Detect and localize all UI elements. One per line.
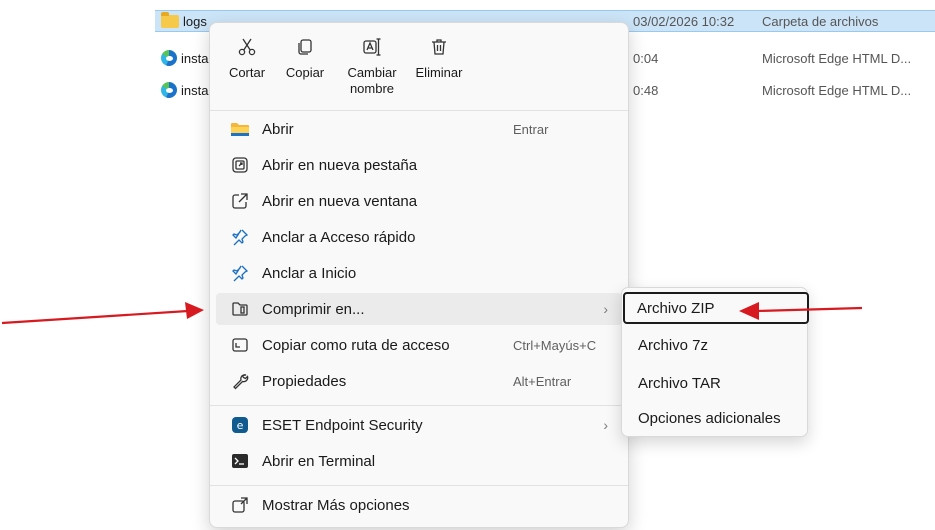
more-options-icon: [230, 495, 250, 515]
menu-item-compress[interactable]: Comprimir en... ›: [216, 293, 622, 325]
eset-icon: e: [230, 415, 250, 435]
file-name: insta: [181, 82, 209, 98]
archive-folder-icon: [230, 299, 250, 319]
menu-item-copy-path[interactable]: Copiar como ruta de acceso Ctrl+Mayús+C: [216, 329, 622, 361]
menu-item-label: Anclar a Acceso rápido: [262, 228, 416, 246]
delete-label: Eliminar: [415, 65, 463, 80]
file-type: Carpeta de archivos: [762, 13, 879, 29]
rename-label-line2: nombre: [349, 81, 395, 96]
menu-item-label: Propiedades: [262, 372, 347, 390]
menu-item-label: Abrir en nueva pestaña: [262, 156, 418, 174]
submenu-item-label: Archivo ZIP: [637, 299, 715, 317]
chevron-right-icon: ›: [603, 417, 608, 433]
file-date: 03/02/2026 10:32: [633, 13, 735, 29]
open-external-icon: [230, 191, 250, 211]
menu-item-label: Abrir: [262, 120, 294, 138]
copy-button[interactable]: Copiar: [276, 33, 334, 111]
menu-item-properties[interactable]: Propiedades Alt+Entrar: [216, 365, 622, 397]
svg-text:e: e: [237, 419, 244, 432]
menu-item-label: ESET Endpoint Security: [262, 416, 423, 434]
left-annotation-arrow: [1, 302, 204, 325]
menu-item-pin-start[interactable]: Anclar a Inicio: [216, 257, 622, 289]
menu-item-shortcut: Entrar: [513, 121, 549, 137]
file-type: Microsoft Edge HTML D...: [762, 82, 912, 98]
menu-item-shortcut: Alt+Entrar: [513, 373, 572, 389]
copy-icon: [298, 39, 312, 55]
menu-item-terminal[interactable]: Abrir en Terminal: [216, 445, 622, 477]
rename-button[interactable]: Cambiar nombre: [334, 33, 410, 111]
menu-item-label: Copiar como ruta de acceso: [262, 336, 450, 354]
rename-label-line1: Cambiar: [347, 65, 397, 80]
context-toolbar: Cortar Copiar Cambiar nombre Eliminar: [218, 33, 468, 111]
file-date: 0:48: [633, 82, 659, 98]
trash-icon: [432, 39, 446, 55]
file-name-cell: insta: [161, 82, 208, 98]
menu-item-label: Anclar a Inicio: [262, 264, 357, 282]
menu-item-open-new-tab[interactable]: Abrir en nueva pestaña: [216, 149, 622, 181]
cut-label: Cortar: [228, 65, 266, 80]
menu-item-open-new-window[interactable]: Abrir en nueva ventana: [216, 185, 622, 217]
submenu-item-label: Archivo 7z: [638, 336, 709, 354]
file-name: logs: [183, 13, 207, 29]
menu-item-more-options[interactable]: Mostrar Más opciones: [216, 489, 622, 521]
menu-divider: [210, 405, 628, 406]
scissors-icon: [238, 38, 256, 56]
menu-item-label: Abrir en Terminal: [262, 452, 376, 470]
menu-item-open[interactable]: Abrir Entrar: [216, 113, 622, 145]
edge-icon: [161, 82, 177, 98]
rename-icon: [363, 38, 381, 56]
menu-divider: [210, 485, 628, 486]
context-menu: Cortar Copiar Cambiar nombre Eliminar Ab…: [209, 22, 629, 528]
menu-item-shortcut: Ctrl+Mayús+C: [513, 337, 597, 353]
menu-item-label: Abrir en nueva ventana: [262, 192, 418, 210]
menu-item-pin-quick-access[interactable]: Anclar a Acceso rápido: [216, 221, 622, 253]
file-date: 0:04: [633, 50, 659, 66]
pin-icon: [230, 227, 250, 247]
wrench-icon: [230, 371, 250, 391]
menu-divider: [210, 110, 628, 111]
chevron-right-icon: ›: [603, 301, 608, 317]
folder-icon: [230, 119, 250, 139]
cut-button[interactable]: Cortar: [218, 33, 276, 111]
submenu-item-label: Opciones adicionales: [638, 409, 781, 427]
submenu-item-tar[interactable]: Archivo TAR: [626, 367, 805, 399]
copy-label: Copiar: [285, 65, 325, 80]
new-tab-icon: [230, 155, 250, 175]
terminal-icon: [230, 451, 250, 471]
file-type: Microsoft Edge HTML D...: [762, 50, 912, 66]
pin-icon: [230, 263, 250, 283]
menu-item-eset[interactable]: e ESET Endpoint Security ›: [216, 409, 622, 441]
right-annotation-arrow: [739, 302, 863, 320]
copy-path-icon: [230, 335, 250, 355]
menu-item-label: Comprimir en...: [262, 300, 365, 318]
file-name: insta: [181, 50, 209, 66]
submenu-item-more-options[interactable]: Opciones adicionales: [626, 402, 805, 434]
edge-icon: [161, 50, 177, 66]
delete-button[interactable]: Eliminar: [410, 33, 468, 111]
submenu-item-label: Archivo TAR: [638, 374, 721, 392]
folder-icon: [161, 11, 179, 28]
file-name-cell: logs: [161, 11, 207, 29]
submenu-item-7z[interactable]: Archivo 7z: [626, 329, 805, 361]
file-name-cell: insta: [161, 50, 208, 66]
menu-item-label: Mostrar Más opciones: [262, 496, 410, 514]
